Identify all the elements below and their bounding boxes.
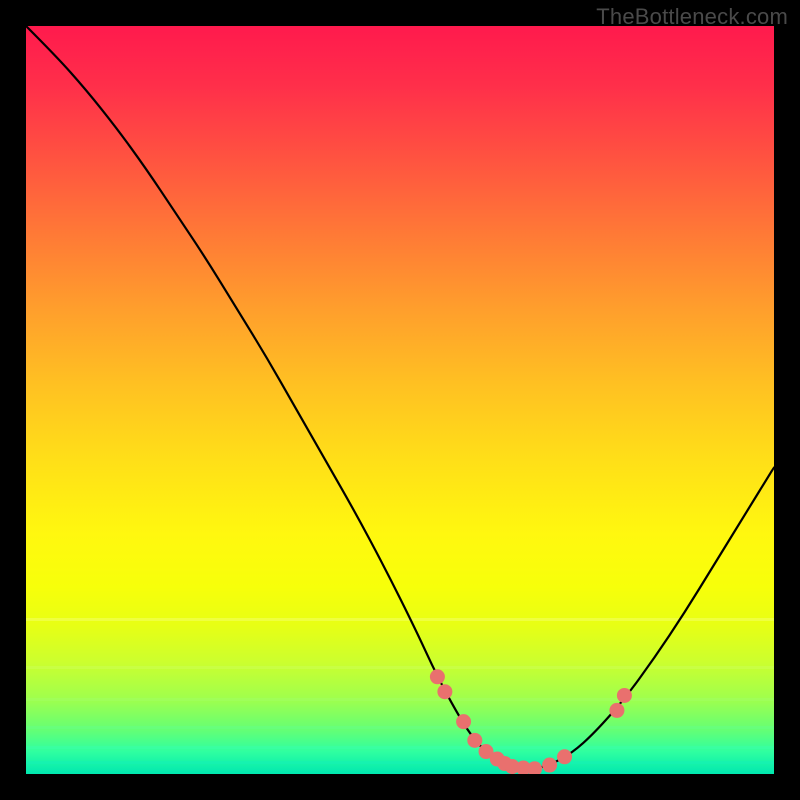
highlight-dot [557,749,572,764]
highlight-dot [617,688,632,703]
highlight-dot [542,758,557,773]
watermark-text: TheBottleneck.com [596,4,788,30]
highlight-dot [456,714,471,729]
highlight-dot [527,761,542,774]
bottleneck-curve [26,26,774,769]
highlight-dot [467,733,482,748]
highlight-dot [609,703,624,718]
highlight-dots [430,669,632,774]
chart-frame: TheBottleneck.com [0,0,800,800]
highlight-dot [430,669,445,684]
highlight-dot [437,684,452,699]
plot-area [26,26,774,774]
curve-svg [26,26,774,774]
